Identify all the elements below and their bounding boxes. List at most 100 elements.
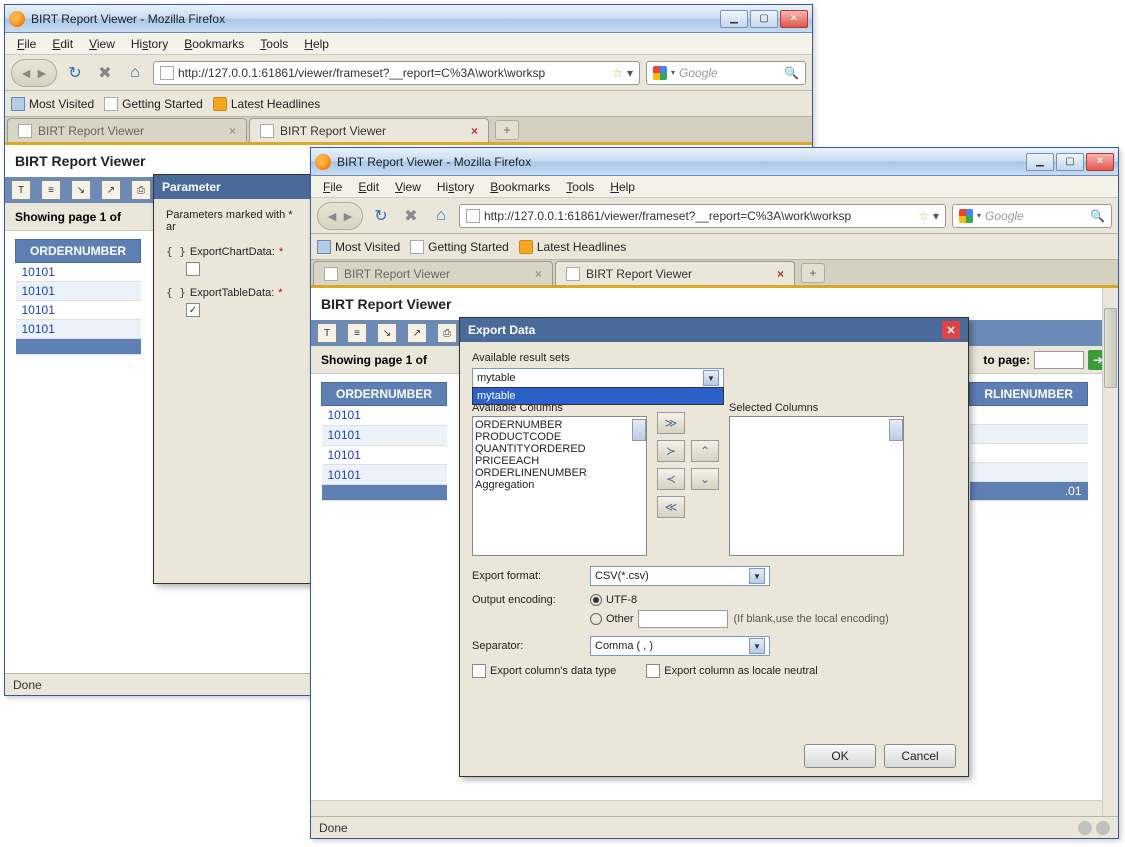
menu-tools[interactable]: Tools (254, 35, 294, 53)
utf8-radio[interactable] (590, 594, 602, 606)
close-button[interactable]: ✕ (780, 10, 808, 28)
tab-close-icon[interactable]: × (535, 267, 542, 281)
export-report-icon[interactable]: ↗ (101, 180, 121, 200)
searchengine-dropdown-icon[interactable]: ▾ (977, 211, 981, 220)
bookmark-latest-headlines[interactable]: Latest Headlines (519, 240, 626, 254)
export-locale-checkbox[interactable] (646, 664, 660, 678)
bookmark-star-icon[interactable]: ☆ (612, 66, 623, 80)
searchengine-dropdown-icon[interactable]: ▾ (671, 68, 675, 77)
horizontal-scrollbar[interactable] (311, 800, 1102, 816)
bookmark-most-visited[interactable]: Most Visited (317, 240, 400, 254)
remove-button[interactable]: ≺ (657, 468, 685, 490)
new-tab-button[interactable]: + (801, 263, 825, 283)
dialog-close-button[interactable]: ✕ (942, 321, 960, 339)
back-forward-button[interactable]: ◄ ► (11, 59, 57, 87)
print-icon[interactable]: ⎙ (131, 180, 151, 200)
url-bar[interactable]: http://127.0.0.1:61861/viewer/frameset?_… (153, 61, 640, 85)
menu-edit[interactable]: Edit (46, 35, 79, 53)
stop-button[interactable]: ✖ (93, 61, 117, 85)
url-dropdown-icon[interactable]: ▾ (627, 66, 633, 80)
scrollbar-thumb[interactable] (889, 419, 903, 441)
params-icon[interactable]: ≡ (347, 323, 367, 343)
add-button[interactable]: ≻ (657, 440, 685, 462)
minimize-button[interactable]: ▁ (720, 10, 748, 28)
search-box[interactable]: ▾ Google 🔍 (952, 204, 1112, 228)
chart-data-checkbox[interactable] (186, 262, 200, 276)
separator-dropdown[interactable]: Comma ( , ) ▼ (590, 636, 770, 656)
maximize-button[interactable]: ▢ (1056, 153, 1084, 171)
tab-close-icon[interactable]: × (777, 267, 784, 281)
menu-help[interactable]: Help (298, 35, 335, 53)
url-bar[interactable]: http://127.0.0.1:61861/viewer/frameset?_… (459, 204, 946, 228)
minimize-button[interactable]: ▁ (1026, 153, 1054, 171)
scrollbar-thumb[interactable] (632, 419, 646, 441)
print-icon[interactable]: ⎙ (437, 323, 457, 343)
search-icon[interactable]: 🔍 (1090, 209, 1105, 223)
menu-bookmarks[interactable]: Bookmarks (484, 178, 556, 196)
close-button[interactable]: ✕ (1086, 153, 1114, 171)
move-down-button[interactable]: ⌄ (691, 468, 719, 490)
maximize-button[interactable]: ▢ (750, 10, 778, 28)
result-set-dropdown[interactable]: mytable ▼ mytable (472, 368, 724, 388)
menu-edit[interactable]: Edit (352, 178, 385, 196)
vertical-scrollbar[interactable] (1102, 288, 1118, 816)
titlebar-back[interactable]: BIRT Report Viewer - Mozilla Firefox ▁ ▢… (5, 5, 812, 33)
bookmark-getting-started[interactable]: Getting Started (410, 240, 509, 254)
scrollbar-thumb[interactable] (1104, 308, 1117, 388)
dialog-title-bar[interactable]: Export Data ✕ (460, 318, 968, 342)
tab-1[interactable]: BIRT Report Viewer × (7, 118, 247, 142)
titlebar-front[interactable]: BIRT Report Viewer - Mozilla Firefox ▁ ▢… (311, 148, 1118, 176)
dialog-title-bar[interactable]: Parameter (154, 175, 312, 199)
export-report-icon[interactable]: ↗ (407, 323, 427, 343)
tab-close-icon[interactable]: × (229, 124, 236, 138)
menu-file[interactable]: File (11, 35, 42, 53)
menu-history[interactable]: History (431, 178, 480, 196)
tab-1[interactable]: BIRT Report Viewer × (313, 261, 553, 285)
ok-button[interactable]: OK (804, 744, 876, 768)
remove-all-button[interactable]: ≪ (657, 496, 685, 518)
menu-view[interactable]: View (389, 178, 427, 196)
reload-button[interactable]: ↻ (63, 61, 87, 85)
export-icon[interactable]: ↘ (71, 180, 91, 200)
add-all-button[interactable]: ≫ (657, 412, 685, 434)
list-item[interactable]: Aggregation (475, 479, 644, 491)
menu-view[interactable]: View (83, 35, 121, 53)
list-item[interactable]: ORDERLINENUMBER (475, 467, 644, 479)
home-button[interactable]: ⌂ (429, 204, 453, 228)
other-encoding-radio[interactable] (590, 613, 602, 625)
bookmark-getting-started[interactable]: Getting Started (104, 97, 203, 111)
export-format-dropdown[interactable]: CSV(*.csv) ▼ (590, 566, 770, 586)
export-datatype-checkbox[interactable] (472, 664, 486, 678)
bookmark-most-visited[interactable]: Most Visited (11, 97, 94, 111)
menu-help[interactable]: Help (604, 178, 641, 196)
tab-close-icon[interactable]: × (471, 124, 478, 138)
menu-history[interactable]: History (125, 35, 174, 53)
back-forward-button[interactable]: ◄ ► (317, 202, 363, 230)
reload-button[interactable]: ↻ (369, 204, 393, 228)
cancel-button[interactable]: Cancel (884, 744, 956, 768)
url-dropdown-icon[interactable]: ▾ (933, 209, 939, 223)
table-data-checkbox[interactable]: ✓ (186, 303, 200, 317)
other-encoding-input[interactable] (638, 610, 728, 628)
list-item[interactable]: PRICEEACH (475, 455, 644, 467)
params-icon[interactable]: ≡ (41, 180, 61, 200)
tab-2[interactable]: BIRT Report Viewer × (249, 118, 489, 142)
goto-page-input[interactable] (1034, 351, 1084, 369)
menubar[interactable]: File Edit View History Bookmarks Tools H… (5, 33, 812, 55)
tab-2[interactable]: BIRT Report Viewer × (555, 261, 795, 285)
new-tab-button[interactable]: + (495, 120, 519, 140)
search-box[interactable]: ▾ Google 🔍 (646, 61, 806, 85)
toc-icon[interactable]: T (317, 323, 337, 343)
dropdown-item[interactable]: mytable (473, 388, 723, 404)
menu-bookmarks[interactable]: Bookmarks (178, 35, 250, 53)
bookmark-latest-headlines[interactable]: Latest Headlines (213, 97, 320, 111)
export-icon[interactable]: ↘ (377, 323, 397, 343)
list-item[interactable]: PRODUCTCODE (475, 431, 644, 443)
bookmark-star-icon[interactable]: ☆ (918, 209, 929, 223)
available-columns-list[interactable]: ORDERNUMBER PRODUCTCODE QUANTITYORDERED … (472, 416, 647, 556)
list-item[interactable]: ORDERNUMBER (475, 419, 644, 431)
toc-icon[interactable]: T (11, 180, 31, 200)
list-item[interactable]: QUANTITYORDERED (475, 443, 644, 455)
menubar[interactable]: File Edit View History Bookmarks Tools H… (311, 176, 1118, 198)
selected-columns-list[interactable] (729, 416, 904, 556)
